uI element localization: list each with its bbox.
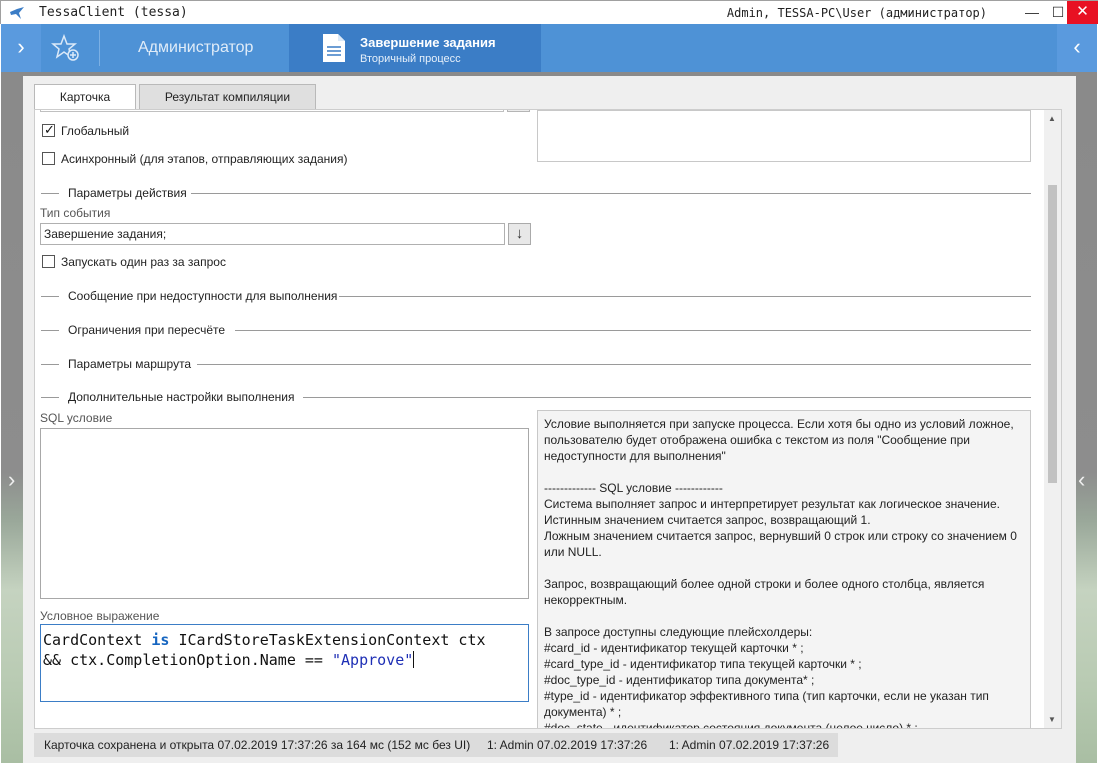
status-entry[interactable]: 1: Admin 07.02.2019 17:37:26: [487, 733, 647, 757]
title-bar: TessaClient (tessa) Admin, TESSA-PC\User…: [0, 0, 1098, 24]
status-message: Карточка сохранена и открыта 07.02.2019 …: [44, 738, 471, 752]
sql-condition-editor[interactable]: [40, 428, 529, 599]
checkmark-icon: ✓: [44, 122, 55, 137]
global-checkbox[interactable]: ✓: [42, 122, 55, 137]
scroll-down-icon[interactable]: ▼: [1048, 715, 1056, 724]
group-recalc-limits[interactable]: Ограничения при пересчёте: [41, 323, 1031, 337]
previous-field-button[interactable]: [507, 110, 530, 112]
status-bar: Карточка сохранена и открыта 07.02.2019 …: [34, 733, 838, 757]
expand-right-panel-button[interactable]: ‹: [1057, 24, 1097, 72]
code-text: CardContext: [43, 631, 152, 649]
arrow-down-icon[interactable]: ↓: [508, 223, 531, 245]
tab-task-completion[interactable]: Завершение задания Вторичный процесс: [289, 24, 541, 72]
previous-field[interactable]: [40, 110, 504, 112]
star-plus-icon[interactable]: [50, 33, 81, 63]
scroll-up-icon[interactable]: ▲: [1048, 114, 1056, 123]
left-panel-arrow-icon[interactable]: ›: [8, 467, 15, 493]
current-user: Admin, TESSA-PC\User (администратор): [726, 6, 987, 20]
card-panel: Карточка Результат компиляции ✓ Глобальн…: [23, 76, 1076, 763]
run-once-checkbox[interactable]: [42, 255, 55, 268]
close-button[interactable]: ✕: [1067, 1, 1098, 24]
code-text: ICardStoreTaskExtensionContext ctx: [169, 631, 486, 649]
tab-administrator[interactable]: Администратор: [113, 24, 289, 72]
code-text: && ctx.CompletionOption.Name ==: [43, 651, 332, 669]
conditional-expression-label: Условное выражение: [40, 609, 160, 623]
tab-compilation-result[interactable]: Результат компиляции: [139, 84, 316, 109]
group-line: [41, 193, 59, 194]
help-text: Условие выполняется при запуске процесса…: [537, 410, 1031, 728]
group-extra-settings[interactable]: Дополнительные настройки выполнения: [41, 390, 1031, 404]
window-title: TessaClient (tessa): [39, 5, 188, 20]
active-tab-subtitle: Вторичный процесс: [360, 53, 461, 65]
sql-condition-label: SQL условие: [40, 411, 113, 425]
header-separator: [99, 30, 100, 66]
group-unavailable-message[interactable]: Сообщение при недоступности для выполнен…: [41, 289, 1031, 303]
group-title: Параметры действия: [68, 186, 187, 200]
conditional-expression-editor[interactable]: CardContext is ICardStoreTaskExtensionCo…: [40, 624, 529, 702]
group-action-params[interactable]: Параметры действия: [41, 186, 1031, 200]
async-checkbox-label: Асинхронный (для этапов, отправляющих за…: [61, 152, 348, 166]
tab-header: › Администратор Завершение задания Втори…: [1, 24, 1097, 72]
group-line: [235, 330, 1031, 331]
group-title: Ограничения при пересчёте: [68, 323, 226, 337]
group-line: [197, 364, 1031, 365]
tessa-logo-icon: [10, 7, 24, 19]
group-line: [41, 330, 59, 331]
run-once-checkbox-label: Запускать один раз за запрос: [61, 255, 226, 269]
group-title: Параметры маршрута: [68, 357, 192, 371]
card-content: ✓ Глобальный Асинхронный (для этапов, от…: [34, 109, 1062, 729]
group-line: [41, 397, 59, 398]
status-entry[interactable]: 1: Admin 07.02.2019 17:37:26: [669, 733, 829, 757]
document-icon: [323, 34, 345, 62]
tab-card[interactable]: Карточка: [34, 84, 136, 110]
description-textarea[interactable]: [537, 110, 1031, 162]
active-tab-title: Завершение задания: [360, 35, 496, 50]
group-line: [303, 397, 1031, 398]
code-keyword: is: [151, 631, 170, 649]
right-panel-arrow-icon[interactable]: ‹: [1078, 467, 1085, 493]
event-type-label: Тип события: [40, 206, 111, 220]
event-type-field[interactable]: Завершение задания;: [40, 223, 505, 245]
vertical-scrollbar[interactable]: ▲ ▼: [1044, 110, 1061, 728]
group-title: Сообщение при недоступности для выполнен…: [68, 289, 338, 303]
expand-left-panel-button[interactable]: ›: [1, 24, 41, 72]
text-caret: [413, 651, 415, 668]
scrollbar-thumb[interactable]: [1048, 185, 1057, 483]
group-line: [191, 193, 1031, 194]
group-line: [339, 296, 1031, 297]
group-line: [41, 364, 59, 365]
group-route-params[interactable]: Параметры маршрута: [41, 357, 1031, 371]
group-line: [41, 296, 59, 297]
code-string: "Approve": [331, 651, 414, 669]
async-checkbox[interactable]: [42, 152, 55, 165]
star-plus-icon-graphic: [50, 33, 79, 61]
group-title: Дополнительные настройки выполнения: [68, 390, 295, 404]
global-checkbox-label: Глобальный: [61, 124, 130, 138]
